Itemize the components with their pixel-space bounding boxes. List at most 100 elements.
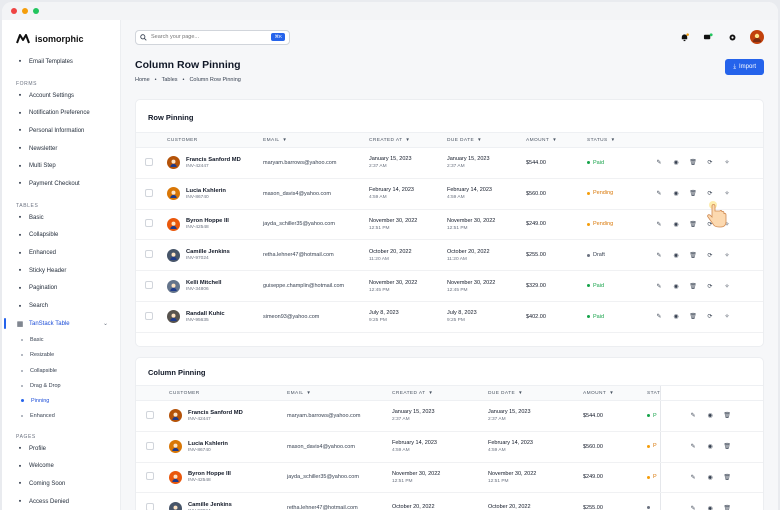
brand-logo[interactable]: isomorphic (2, 30, 120, 48)
table-row[interactable]: Randall Kuhic INV-95635 simeon93@yahoo.c… (136, 301, 763, 333)
sort-icon[interactable]: ▼ (428, 390, 433, 395)
row-checkbox[interactable] (145, 188, 153, 197)
view-eye-icon[interactable]: ◉ (706, 474, 714, 481)
row-checkbox[interactable] (145, 219, 153, 228)
table-row[interactable]: Francis Sanford MD INV-42447 maryam.barr… (136, 147, 763, 179)
sidebar-item-tables-4[interactable]: ▪ Pagination (2, 280, 120, 298)
edit-pencil-icon[interactable]: ✎ (655, 283, 663, 290)
sort-icon[interactable]: ▼ (552, 137, 557, 142)
sidebar-item-tables-3[interactable]: ▪ Sticky Header (2, 262, 120, 280)
table-row[interactable]: Byron Hoppe III INV-42548 jayda_schiller… (136, 209, 763, 241)
column-header-status[interactable]: STAT (647, 385, 661, 401)
sort-icon[interactable]: ▼ (609, 390, 614, 395)
view-eye-icon[interactable]: ◉ (706, 443, 714, 450)
row-checkbox[interactable] (146, 472, 154, 481)
sidebar-item-tables-2[interactable]: ▪ Enhanced (2, 244, 120, 262)
settings-gear-icon[interactable] (726, 31, 738, 43)
view-eye-icon[interactable]: ◉ (672, 221, 680, 228)
sort-icon[interactable]: ▼ (405, 137, 410, 142)
column-header-created[interactable]: CREATED AT ▼ (392, 385, 488, 401)
pin-icon[interactable]: ✧ (723, 252, 731, 259)
edit-pencil-icon[interactable]: ✎ (689, 505, 697, 510)
delete-trash-icon[interactable]: 🗑 (689, 283, 697, 290)
pin-row-icon[interactable]: ⟳ (706, 313, 714, 320)
pin-icon[interactable]: ✧ (723, 159, 731, 166)
close-window-dot[interactable] (11, 8, 17, 14)
view-eye-icon[interactable]: ◉ (672, 159, 680, 166)
column-header-due[interactable]: DUE DATE ▼ (488, 385, 583, 401)
sidebar-item-forms-2[interactable]: ▪ Personal Information (2, 122, 120, 140)
edit-pencil-icon[interactable]: ✎ (655, 221, 663, 228)
delete-trash-icon[interactable]: 🗑 (723, 443, 731, 450)
column-header-email[interactable]: EMAIL ▼ (287, 385, 392, 401)
import-button[interactable]: ⤓ Import (725, 59, 764, 75)
table-row[interactable]: Camille Jenkins INV-97024 retha.lehner47… (136, 492, 763, 510)
delete-trash-icon[interactable]: 🗑 (689, 159, 697, 166)
minimize-window-dot[interactable] (22, 8, 28, 14)
delete-trash-icon[interactable]: 🗑 (689, 221, 697, 228)
column-header-customer[interactable]: CUSTOMER (169, 385, 287, 401)
edit-pencil-icon[interactable]: ✎ (689, 443, 697, 450)
sidebar-subitem-4[interactable]: Pinning (2, 393, 120, 408)
notification-bell-icon[interactable] (678, 31, 690, 43)
column-header-due[interactable]: DUE DATE ▼ (447, 132, 526, 148)
sidebar-subitem-2[interactable]: Collapsible (2, 363, 120, 378)
pin-icon[interactable]: ✧ (723, 190, 731, 197)
table-row[interactable]: Byron Hoppe III INV-42548 jayda_schiller… (136, 462, 763, 494)
pin-icon[interactable]: ✧ (723, 313, 731, 320)
sidebar-item-pages-0[interactable]: ▪ Profile (2, 440, 120, 458)
search-input[interactable] (151, 34, 268, 40)
breadcrumb-home[interactable]: Home (135, 77, 150, 83)
table-row[interactable]: Lucia Kshlerin INV-86740 mason_davis4@ya… (136, 178, 763, 210)
table-row[interactable]: Lucia Kshlerin INV-86740 mason_davis4@ya… (136, 431, 763, 463)
view-eye-icon[interactable]: ◉ (672, 252, 680, 259)
delete-trash-icon[interactable]: 🗑 (689, 252, 697, 259)
sidebar-item-forms-4[interactable]: ▪ Multi Step (2, 157, 120, 175)
table-row[interactable]: Camille Jenkins INV-97024 retha.lehner47… (136, 239, 763, 272)
view-eye-icon[interactable]: ◉ (672, 190, 680, 197)
row-checkbox[interactable] (145, 281, 153, 290)
row-checkbox[interactable] (146, 503, 154, 510)
row-checkbox[interactable] (145, 311, 153, 320)
sidebar-item-tables-0[interactable]: ▪ Basic (2, 209, 120, 227)
view-eye-icon[interactable]: ◉ (706, 505, 714, 510)
delete-trash-icon[interactable]: 🗑 (689, 313, 697, 320)
edit-pencil-icon[interactable]: ✎ (655, 313, 663, 320)
delete-trash-icon[interactable]: 🗑 (723, 412, 731, 419)
sidebar-item-forms-3[interactable]: ▪ Newsletter (2, 140, 120, 158)
row-checkbox[interactable] (145, 157, 153, 166)
table-row[interactable]: Kelli Mitchell INV-34806 guiseppe.champl… (136, 270, 763, 302)
sidebar-item-tables-5[interactable]: ▪ Search (2, 297, 120, 315)
sort-icon[interactable]: ▼ (306, 390, 311, 395)
sidebar-item-tables-1[interactable]: ▪ Collapsible (2, 227, 120, 245)
sidebar-item-pages-3[interactable]: ▪ Access Denied (2, 493, 120, 510)
delete-trash-icon[interactable]: 🗑 (689, 190, 697, 197)
sidebar-subitem-0[interactable]: Basic (2, 333, 120, 348)
breadcrumb-tables[interactable]: Tables (162, 77, 178, 83)
pin-row-icon[interactable]: ⟳ (706, 252, 714, 259)
sidebar-item-tanstack-table[interactable]: ▦ TanStack Table ⌄ (2, 315, 120, 333)
row-checkbox[interactable] (146, 441, 154, 450)
column-header-created[interactable]: CREATED AT ▼ (369, 132, 447, 148)
chevron-down-icon[interactable]: ⌄ (103, 320, 108, 327)
view-eye-icon[interactable]: ◉ (706, 412, 714, 419)
edit-pencil-icon[interactable]: ✎ (655, 190, 663, 197)
user-avatar[interactable] (750, 30, 764, 44)
sort-icon[interactable]: ▼ (611, 137, 616, 142)
sidebar-subitem-3[interactable]: Drag & Drop (2, 378, 120, 393)
view-eye-icon[interactable]: ◉ (672, 313, 680, 320)
sidebar-subitem-5[interactable]: Enhanced (2, 409, 120, 424)
sidebar-item-pages-1[interactable]: ▪ Welcome (2, 457, 120, 475)
sidebar-item-forms-5[interactable]: ▪ Payment Checkout (2, 175, 120, 193)
messages-icon[interactable] (702, 31, 714, 43)
delete-trash-icon[interactable]: 🗑 (723, 474, 731, 481)
column-header-email[interactable]: EMAIL ▼ (263, 132, 369, 148)
row-checkbox[interactable] (145, 250, 153, 259)
pin-row-icon[interactable]: ⟳ (706, 190, 714, 197)
sidebar-item-pages-2[interactable]: ▪ Coming Soon (2, 475, 120, 493)
maximize-window-dot[interactable] (33, 8, 39, 14)
row-checkbox[interactable] (146, 410, 154, 419)
column-header-status[interactable]: STATUS ▼ (587, 132, 655, 148)
sort-icon[interactable]: ▼ (477, 137, 482, 142)
sort-icon[interactable]: ▼ (518, 390, 523, 395)
